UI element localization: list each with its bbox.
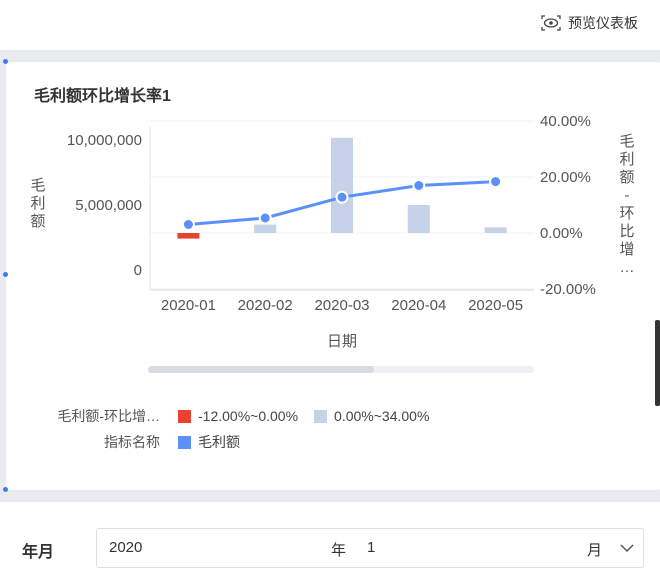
y-right-tick-2: 0.00% xyxy=(540,225,583,242)
combo-chart: 10,000,0005,000,000040.00%20.00%0.00%-20… xyxy=(30,113,635,350)
bar-2020-04 xyxy=(407,205,430,233)
legend-label-metric: 指标名称 xyxy=(104,434,160,450)
month-value: 1 xyxy=(367,539,376,556)
x-tick-2020-02: 2020-02 xyxy=(238,297,293,314)
y-right-title-char-4: 环 xyxy=(619,205,634,222)
chevron-down-icon[interactable] xyxy=(619,541,635,560)
y-left-tick-2: 0 xyxy=(134,262,142,279)
legend-label-growth: 毛利额-环比增… xyxy=(57,408,160,424)
year-value: 2020 xyxy=(109,539,143,556)
x-axis-title: 日期 xyxy=(327,333,357,350)
legend-row-growth: 毛利额-环比增… -12.00%~0.00% 0.00%~34.00% xyxy=(0,406,445,426)
legend-item-negative[interactable]: -12.00%~0.00% xyxy=(178,408,298,424)
year-month-picker[interactable]: 2020 年 1 月 xyxy=(96,528,644,568)
legend-text-negative: -12.00%~0.00% xyxy=(198,408,299,424)
y-right-tick-0: 40.00% xyxy=(540,113,591,130)
legend-item-positive[interactable]: 0.00%~34.00% xyxy=(314,408,429,424)
chart-scrollbar-thumb[interactable] xyxy=(148,366,374,373)
point-2020-05 xyxy=(489,175,503,189)
legend-row-metric: 指标名称 毛利额 xyxy=(0,432,256,452)
point-2020-03 xyxy=(335,190,349,204)
y-right-title-char-1: 利 xyxy=(619,151,634,168)
chart-scrollbar[interactable] xyxy=(148,366,534,373)
y-right-tick-3: -20.00% xyxy=(540,281,596,298)
y-left-tick-1: 5,000,000 xyxy=(75,197,142,214)
resize-handle-bottom-left[interactable] xyxy=(3,487,8,492)
year-unit: 年 xyxy=(331,542,347,559)
bar-2020-01 xyxy=(177,233,200,239)
y-right-tick-1: 20.00% xyxy=(540,169,591,186)
x-tick-2020-04: 2020-04 xyxy=(391,297,446,314)
y-left-title-char-1: 利 xyxy=(30,195,45,212)
y-right-title-char-3: - xyxy=(625,187,630,204)
legend-text-positive: 0.00%~34.00% xyxy=(334,408,430,424)
x-tick-2020-03: 2020-03 xyxy=(314,297,369,314)
bar-2020-02 xyxy=(254,224,277,233)
bar-2020-03 xyxy=(331,137,353,233)
filter-label: 年月 xyxy=(22,544,55,561)
y-right-title-char-7: … xyxy=(620,259,635,276)
month-unit: 月 xyxy=(587,542,603,559)
y-right-title-char-2: 额 xyxy=(619,169,634,186)
point-2020-04 xyxy=(412,179,426,192)
legend-swatch-gross-profit xyxy=(178,435,191,449)
point-2020-02 xyxy=(258,211,272,225)
legend-swatch-positive xyxy=(314,409,328,423)
y-left-tick-0: 10,000,000 xyxy=(67,132,142,149)
y-left-title-char-2: 额 xyxy=(30,213,45,230)
point-2020-01 xyxy=(181,218,195,231)
y-right-title-char-6: 增 xyxy=(619,241,634,258)
x-tick-2020-05: 2020-05 xyxy=(468,297,523,314)
date-filter-panel: 年月 2020 年 1 月 xyxy=(0,502,660,585)
legend-swatch-negative xyxy=(178,409,191,423)
legend-text-gross-profit: 毛利额 xyxy=(198,434,240,450)
bar-2020-05 xyxy=(484,227,507,233)
y-right-title-char-5: 比 xyxy=(619,223,634,240)
x-tick-2020-01: 2020-01 xyxy=(161,297,216,314)
y-left-title-char-0: 毛 xyxy=(30,177,45,194)
y-right-title-char-0: 毛 xyxy=(619,133,634,150)
legend-item-gross-profit[interactable]: 毛利额 xyxy=(178,432,240,452)
